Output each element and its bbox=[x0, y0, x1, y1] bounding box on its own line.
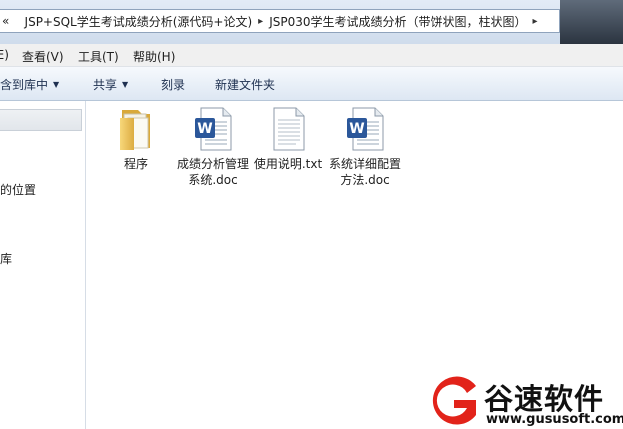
file-name: 程序 bbox=[123, 157, 148, 171]
breadcrumb-item-current[interactable]: JSP030学生考试成绩分析（带饼状图，柱状图） bbox=[269, 13, 526, 30]
file-item-doc[interactable]: W 系统详细配置方法.doc bbox=[325, 106, 405, 188]
command-toolbar: 含到库中 ▼ 共享 ▼ 刻录 新建文件夹 bbox=[0, 67, 623, 101]
menu-edit[interactable]: (E) bbox=[0, 48, 9, 62]
menu-tools[interactable]: 工具(T) bbox=[78, 48, 119, 65]
navigation-pane: 的位置 库 bbox=[0, 101, 86, 429]
new-folder-button[interactable]: 新建文件夹 bbox=[215, 76, 275, 93]
text-file-icon bbox=[273, 107, 305, 151]
brand-url: www.gususoft.com bbox=[486, 412, 623, 427]
svg-text:W: W bbox=[349, 121, 364, 137]
breadcrumb-item-parent[interactable]: JSP+SQL学生考试成绩分析(源代码+论文) bbox=[25, 13, 253, 30]
breadcrumb-separator-icon[interactable]: ▸ bbox=[258, 16, 263, 27]
menu-view[interactable]: 查看(V) bbox=[22, 48, 64, 65]
breadcrumb-separator bbox=[15, 16, 18, 27]
file-item-folder[interactable]: 程序 bbox=[96, 106, 176, 172]
svg-text:W: W bbox=[197, 121, 212, 137]
file-item-txt[interactable]: 使用说明.txt bbox=[248, 106, 328, 172]
file-name: 系统详细配置方法.doc bbox=[328, 157, 401, 187]
address-bar: « JSP+SQL学生考试成绩分析(源代码+论文) ▸ JSP030学生考试成绩… bbox=[0, 0, 623, 45]
g-logo-icon bbox=[432, 376, 476, 425]
chevron-down-icon: ▼ bbox=[122, 80, 129, 89]
chevron-down-icon: ▼ bbox=[53, 80, 60, 89]
menu-bar: (E) 查看(V) 工具(T) 帮助(H) bbox=[0, 44, 623, 67]
nav-item-libraries[interactable]: 库 bbox=[0, 250, 12, 267]
folder-icon bbox=[120, 110, 150, 150]
file-name: 使用说明.txt bbox=[253, 157, 323, 171]
file-name: 成绩分析管理系统.doc bbox=[176, 157, 249, 187]
menu-help[interactable]: 帮助(H) bbox=[133, 48, 175, 65]
nav-item-recent-places[interactable]: 的位置 bbox=[0, 181, 36, 198]
word-document-icon: W bbox=[195, 107, 232, 151]
burn-button[interactable]: 刻录 bbox=[161, 76, 185, 93]
gususoft-watermark-logo: 谷速软件 www.gususoft.com bbox=[424, 372, 623, 429]
include-in-library-button[interactable]: 含到库中 ▼ bbox=[0, 76, 59, 93]
word-document-icon: W bbox=[347, 107, 384, 151]
breadcrumb-dropdown-icon[interactable]: ▸ bbox=[533, 16, 538, 27]
include-in-library-label: 含到库中 bbox=[0, 78, 49, 92]
breadcrumb-overflow-icon[interactable]: « bbox=[2, 14, 9, 28]
window-frame-corner bbox=[560, 0, 623, 44]
share-label: 共享 bbox=[93, 78, 118, 92]
nav-selected-item[interactable] bbox=[0, 109, 82, 131]
share-button[interactable]: 共享 ▼ bbox=[93, 76, 128, 93]
breadcrumb[interactable]: « JSP+SQL学生考试成绩分析(源代码+论文) ▸ JSP030学生考试成绩… bbox=[0, 9, 560, 33]
file-item-doc[interactable]: W 成绩分析管理系统.doc bbox=[173, 106, 253, 188]
